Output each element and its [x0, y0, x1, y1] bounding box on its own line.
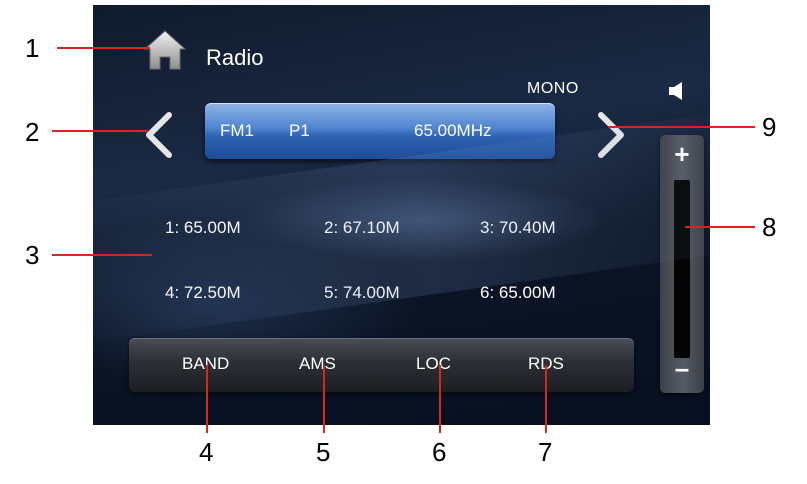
callout-9: 9 [762, 112, 777, 142]
callout-2: 2 [25, 117, 40, 147]
callout-7: 7 [538, 437, 553, 467]
callout-1: 1 [25, 33, 40, 63]
callout-8: 8 [762, 212, 777, 242]
callout-3: 3 [25, 240, 40, 270]
callout-lines [52, 47, 755, 433]
callout-6: 6 [432, 437, 447, 467]
callout-4: 4 [199, 437, 214, 467]
callout-5: 5 [316, 437, 331, 467]
